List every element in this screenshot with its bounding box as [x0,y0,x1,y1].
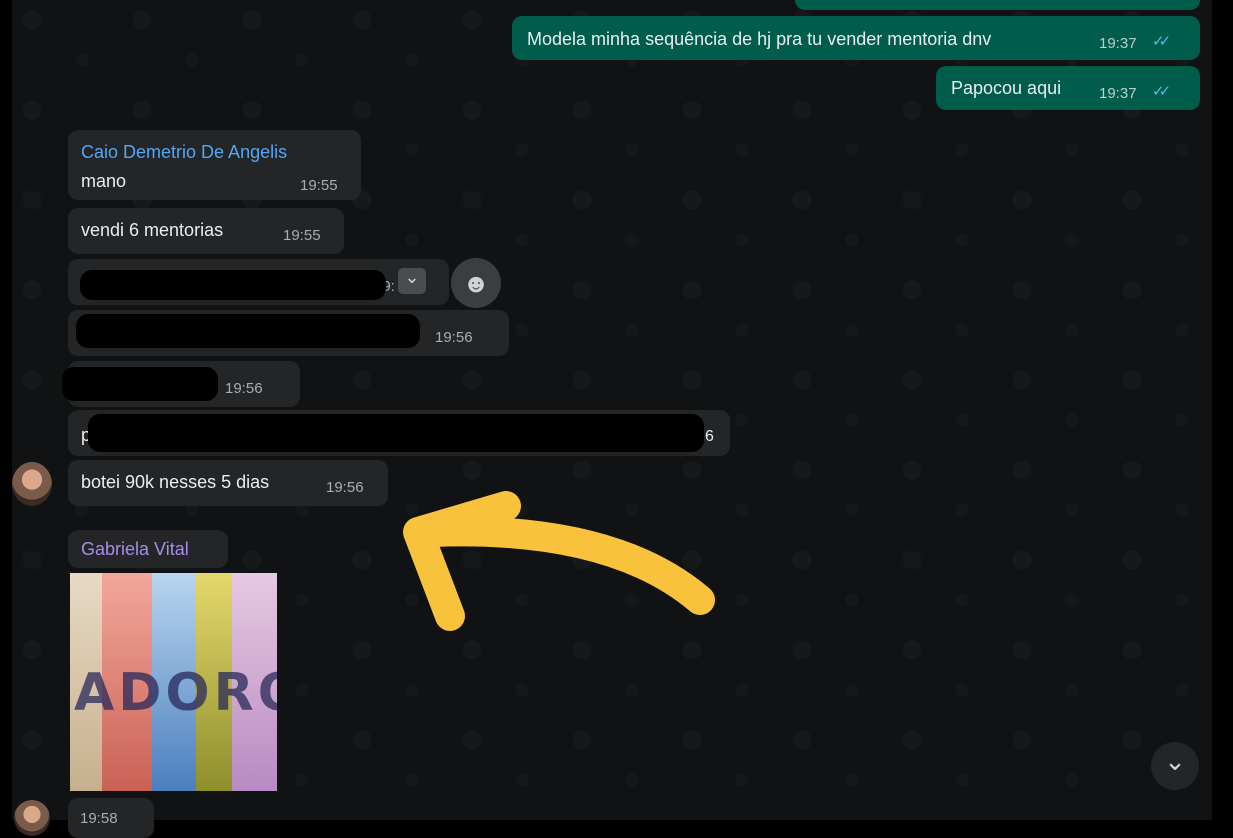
left-frame [0,0,12,820]
sticker-image[interactable]: ADORO [70,573,277,791]
incoming-message[interactable]: botei 90k nesses 5 dias 19:56 [68,460,388,506]
read-receipt-icon: ✓✓ [1152,33,1171,50]
sender-name[interactable]: Caio Demetrio De Angelis [81,141,287,163]
chat-area[interactable]: Modela minha sequência de hj pra tu vend… [12,0,1212,838]
message-time: 19:37 [1099,35,1137,52]
message-time: 19:55 [283,227,321,244]
arrow-shaft [417,516,715,615]
message-time: 19:58 [80,810,118,827]
message-time: 19:56 [225,380,263,397]
message-text: botei 90k nesses 5 dias [81,472,270,492]
right-frame [1212,0,1233,820]
outgoing-bubble-partial[interactable] [795,0,1200,10]
redacted-text [80,270,386,300]
sender-name[interactable]: Gabriela Vital [81,538,189,560]
arrow-annotation-icon [403,491,715,631]
chevron-glyph: ⌄ [404,267,420,287]
read-receipt-icon: ✓✓ [1152,83,1171,100]
message-text: mano [81,171,127,191]
sticker-caption: ADORO [74,663,277,723]
redacted-text [76,314,420,348]
sender-label[interactable]: Gabriela Vital [68,530,228,568]
incoming-message[interactable]: Caio Demetrio De Angelis mano 19:55 [68,130,361,200]
message-time: 19:55 [300,177,338,194]
avatar[interactable] [14,800,50,836]
redacted-text [62,367,218,401]
chevron-down-icon: ⌄ [1164,745,1186,776]
chevron-down-icon[interactable]: ⌄ [398,267,426,294]
message-time: 19:56 [326,479,364,496]
message-text: Papocou aqui [951,78,1062,98]
outgoing-message[interactable]: Papocou aqui 19:37 ✓✓ [936,66,1200,110]
incoming-message[interactable]: vendi 6 mentorias 19:55 [68,208,344,254]
message-text: Modela minha sequência de hj pra tu vend… [527,29,992,49]
arrow-head [403,491,521,631]
message-time: 19:56 [435,329,473,346]
outgoing-message[interactable]: Modela minha sequência de hj pra tu vend… [512,16,1200,60]
message-time: 19:37 [1099,85,1137,102]
emoji-reaction-button[interactable]: ☻ [451,258,501,308]
redacted-text [88,414,704,452]
incoming-message[interactable]: 19:58 [68,798,154,838]
message-text: vendi 6 mentorias [81,220,224,240]
smiley-icon: ☻ [462,267,490,298]
scroll-to-bottom-button[interactable]: ⌄ [1151,742,1199,790]
message-time: 6 [705,428,714,445]
avatar[interactable] [12,462,52,506]
